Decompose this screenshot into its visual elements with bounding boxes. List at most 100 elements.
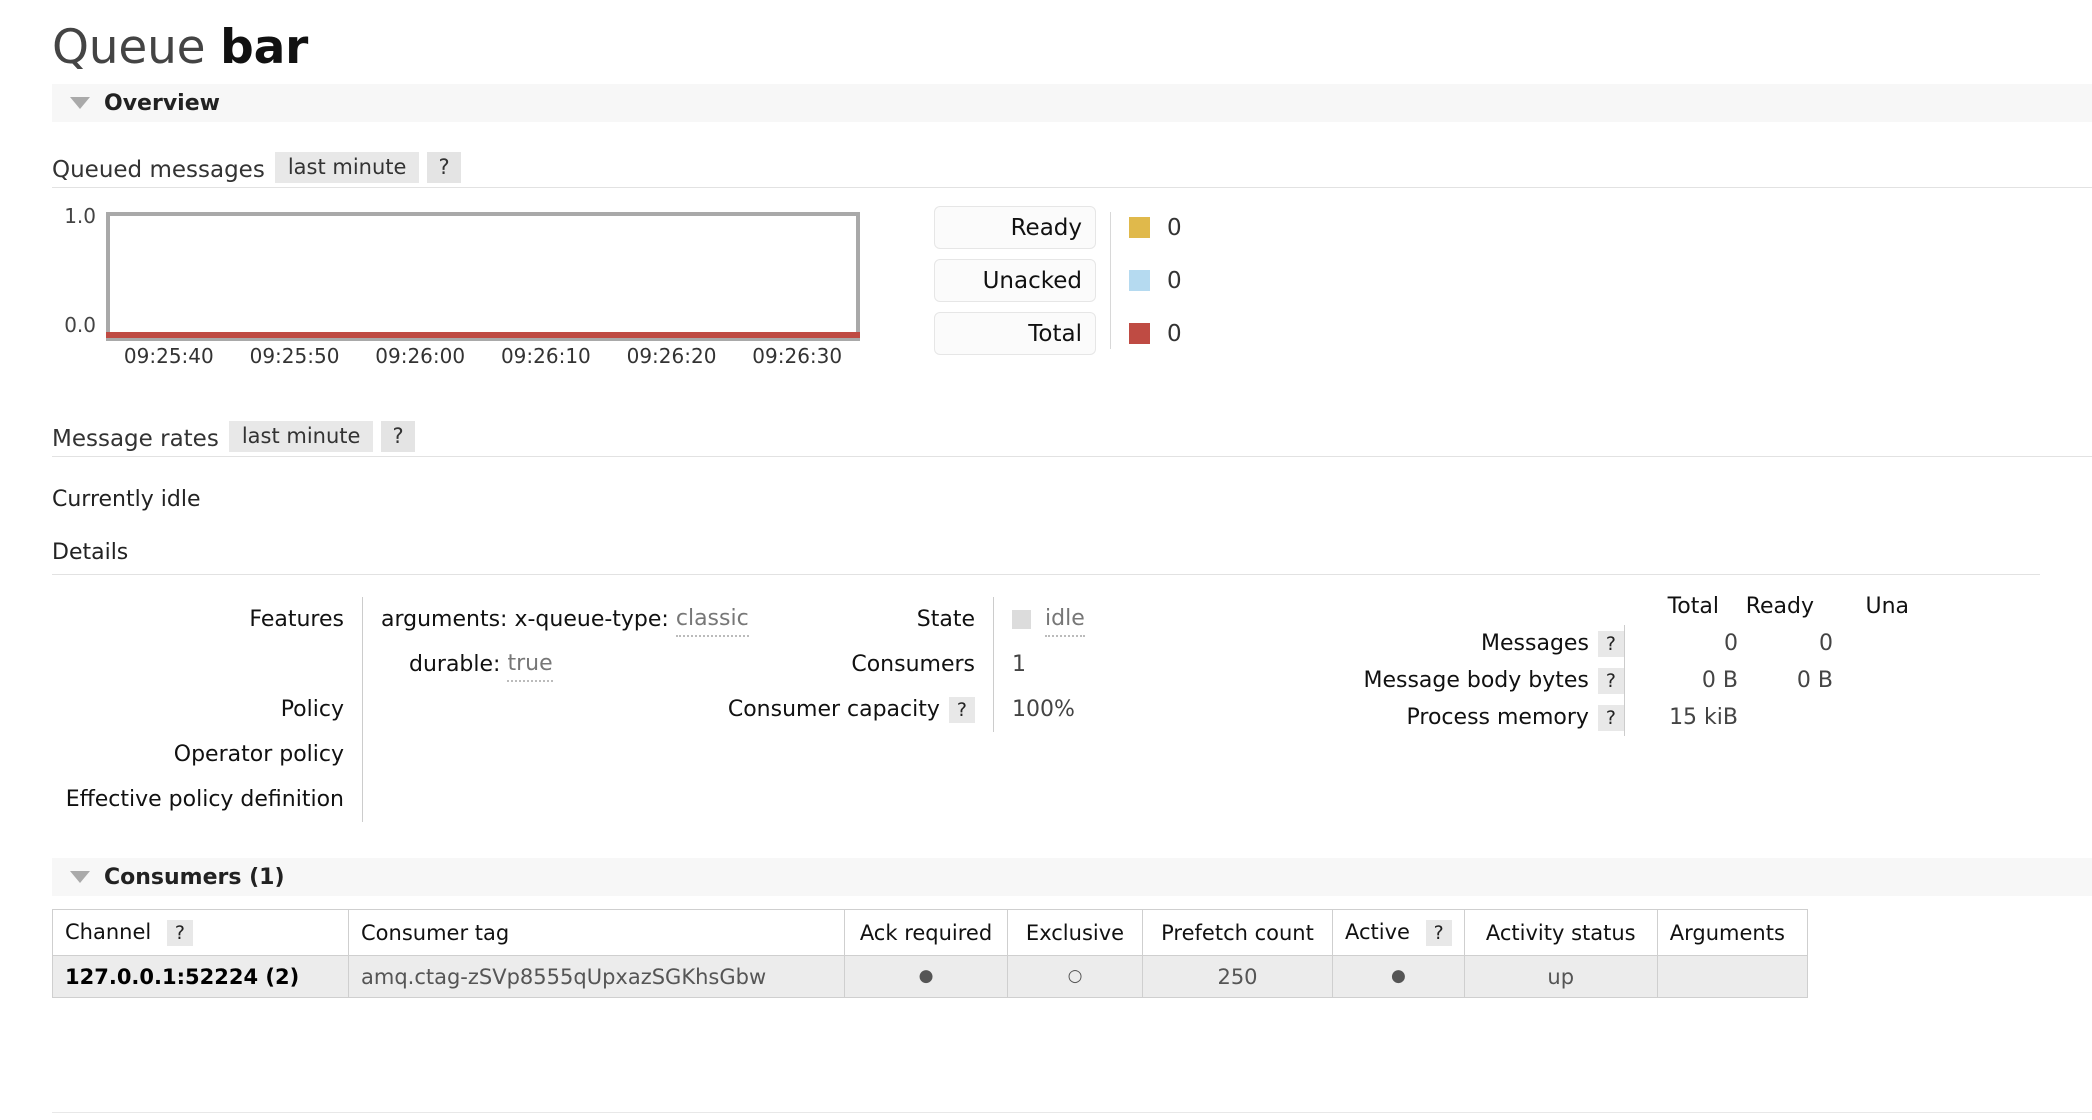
- process-memory-total: 15 kiB: [1669, 705, 1738, 730]
- column-header-activity-status[interactable]: Activity status: [1463, 909, 1658, 956]
- details-label: Details: [52, 540, 2040, 575]
- cell-ack-required: ●: [844, 955, 1008, 998]
- numbers-column-total: Total: [1667, 593, 1719, 619]
- active-help-icon[interactable]: ?: [1425, 919, 1452, 946]
- message-rates-label: Message rates: [52, 426, 219, 452]
- column-header-exclusive[interactable]: Exclusive: [1007, 909, 1143, 956]
- details-value-state-text[interactable]: idle: [1045, 603, 1085, 637]
- legend-value-unacked-text: 0: [1167, 267, 1182, 294]
- details-row-durable: durable: true: [381, 642, 693, 687]
- x-tick-5: 09:26:30: [752, 344, 843, 368]
- messages-help-icon[interactable]: ?: [1597, 630, 1624, 657]
- legend-swatch-ready: [1129, 217, 1150, 238]
- details-row-arguments: arguments: x-queue-type: classic: [381, 597, 749, 642]
- column-header-arguments[interactable]: Arguments: [1656, 909, 1808, 956]
- y-axis-tick-bottom: 0.0: [64, 313, 96, 337]
- details-key-consumer-capacity-text: Consumer capacity: [727, 696, 940, 722]
- legend-value-total-text: 0: [1167, 320, 1182, 347]
- column-header-active[interactable]: Active ?: [1332, 909, 1465, 956]
- consumers-section-header[interactable]: Consumers (1): [52, 858, 2092, 896]
- details-features-values: arguments: x-queue-type: classic durable…: [363, 597, 749, 822]
- legend-button-total[interactable]: Total: [934, 312, 1096, 355]
- details-numbers-keys: Messages ? Message body bytes ? Process …: [1294, 625, 1624, 736]
- details-features-section: Features Policy Operator policy Effectiv…: [52, 597, 749, 822]
- details-grid: Features Policy Operator policy Effectiv…: [52, 594, 2092, 822]
- queued-messages-chart-row: 1.0 0.0 09:25:40 09:25:50 09:26:00 09:26…: [52, 204, 2092, 369]
- details-value-state: idle: [1012, 597, 1284, 642]
- table-row[interactable]: 127.0.0.1:52224 (2) amq.ctag-zSVp8555qUp…: [52, 955, 1808, 998]
- x-tick-0: 09:25:40: [123, 344, 214, 368]
- queued-messages-label: Queued messages: [52, 157, 265, 183]
- message-rates-period-chip[interactable]: last minute: [228, 421, 374, 452]
- details-numbers-rows: 0 0 0 B 0 B 15 kiB: [1625, 625, 1928, 736]
- details-key-policy: Policy: [280, 696, 344, 722]
- bottom-divider: [52, 1112, 2092, 1113]
- legend-button-unacked[interactable]: Unacked: [934, 259, 1096, 302]
- details-effective-policy-value: [381, 777, 693, 822]
- queue-name: bar: [220, 20, 309, 75]
- cell-active: ●: [1332, 955, 1465, 998]
- details-key-consumers-text: Consumers: [851, 651, 975, 677]
- numbers-key-process-memory: Process memory ?: [1294, 699, 1624, 736]
- numbers-row-messages: 0 0: [1625, 625, 1928, 662]
- channel-help-icon[interactable]: ?: [166, 919, 193, 946]
- numbers-column-ready: Ready: [1745, 593, 1814, 619]
- consumers-section-label: Consumers (1): [104, 864, 285, 890]
- details-value-consumer-capacity: 100%: [1012, 696, 1075, 722]
- details-numbers-header: Total Ready Una: [1294, 587, 1928, 625]
- messages-total: 0: [1724, 631, 1738, 656]
- overview-section-label: Overview: [104, 90, 220, 116]
- queued-messages-help-icon[interactable]: ?: [427, 152, 461, 183]
- details-key-features: Features: [249, 606, 344, 632]
- legend-swatch-total: [1129, 323, 1150, 344]
- details-key-consumer-capacity: Consumer capacity ?: [693, 687, 975, 732]
- column-header-ack-required[interactable]: Ack required: [844, 909, 1008, 956]
- details-arguments-subkey: x-queue-type:: [514, 606, 669, 632]
- legend-value-ready-text: 0: [1167, 214, 1182, 241]
- column-header-channel[interactable]: Channel ?: [52, 909, 349, 956]
- details-state-section: State Consumers Consumer capacity ? idle…: [693, 597, 1284, 732]
- chart-plot-area: [106, 212, 860, 336]
- message-rates-help-icon[interactable]: ?: [381, 421, 415, 452]
- legend-button-ready[interactable]: Ready: [934, 206, 1096, 249]
- x-tick-4: 09:26:20: [626, 344, 717, 368]
- numbers-row-message-body-bytes: 0 B 0 B: [1625, 662, 1928, 699]
- legend-values: 0 0 0: [1129, 206, 1182, 355]
- details-durable-value[interactable]: true: [507, 648, 553, 682]
- chart-legend: Ready Unacked Total 0 0 0: [934, 206, 1182, 355]
- page-title-prefix: Queue: [52, 20, 206, 75]
- legend-divider: [1110, 212, 1111, 349]
- details-key-operator-policy: Operator policy: [173, 741, 344, 767]
- details-features-keys: Features Policy Operator policy Effectiv…: [52, 597, 362, 822]
- overview-section-header[interactable]: Overview: [52, 84, 2092, 122]
- legend-value-unacked: 0: [1129, 259, 1182, 302]
- queued-messages-period-chip[interactable]: last minute: [274, 152, 420, 183]
- process-memory-help-icon[interactable]: ?: [1597, 704, 1624, 731]
- message-rates-status: Currently idle: [52, 487, 201, 512]
- numbers-key-messages: Messages ?: [1294, 625, 1624, 662]
- x-tick-2: 09:26:00: [375, 344, 466, 368]
- legend-buttons: Ready Unacked Total: [934, 206, 1096, 355]
- column-header-consumer-tag[interactable]: Consumer tag: [348, 909, 845, 956]
- column-header-channel-text: Channel: [65, 919, 152, 944]
- details-value-consumers: 1: [1012, 651, 1026, 677]
- y-axis-tick-top: 1.0: [64, 204, 96, 228]
- triangle-down-icon: [70, 97, 90, 109]
- message-body-bytes-help-icon[interactable]: ?: [1597, 667, 1624, 694]
- numbers-key-message-body-bytes: Message body bytes ?: [1294, 662, 1624, 699]
- consumer-capacity-help-icon[interactable]: ?: [948, 696, 975, 723]
- column-header-active-text: Active: [1345, 919, 1410, 944]
- message-body-bytes-ready: 0 B: [1796, 668, 1833, 693]
- column-header-prefetch-count[interactable]: Prefetch count: [1142, 909, 1333, 956]
- cell-arguments: [1656, 955, 1808, 998]
- numbers-column-unacked: Una: [1865, 593, 1909, 619]
- legend-value-total: 0: [1129, 312, 1182, 355]
- chart-x-axis-line: [106, 338, 860, 341]
- page-title: Queue bar: [52, 0, 2092, 71]
- details-numbers-section: Total Ready Una Messages ? Message body …: [1294, 587, 1928, 736]
- details-numbers-body: Messages ? Message body bytes ? Process …: [1294, 625, 1928, 736]
- x-tick-1: 09:25:50: [249, 344, 340, 368]
- consumers-table: Channel ? Consumer tag Ack required Excl…: [52, 909, 1808, 998]
- cell-channel[interactable]: 127.0.0.1:52224 (2): [52, 955, 349, 998]
- numbers-key-process-memory-text: Process memory: [1406, 705, 1589, 730]
